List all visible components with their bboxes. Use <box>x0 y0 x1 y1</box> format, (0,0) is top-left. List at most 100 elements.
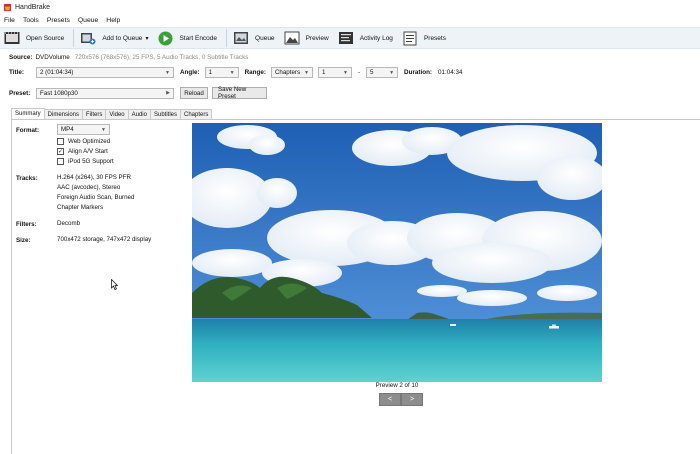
chevron-down-icon: ▼ <box>342 69 348 76</box>
tab-subtitles[interactable]: Subtitles <box>149 109 181 119</box>
settings-tabs: Summary Dimensions Filters Video Audio S… <box>11 108 213 119</box>
window-title: HandBrake <box>15 3 51 11</box>
toolbar-separator <box>73 29 75 47</box>
range-start-value: 1 <box>321 69 326 76</box>
reload-button[interactable]: Reload <box>180 87 208 99</box>
format-select-value: MP4 <box>61 126 74 133</box>
activity-log-button[interactable]: Activity Log <box>338 28 393 48</box>
menu-tools[interactable]: Tools <box>23 17 39 24</box>
preview-icon <box>284 30 300 46</box>
checkbox-box <box>57 138 64 145</box>
preset-select[interactable]: Fast 1080p30 ▶ <box>36 87 174 99</box>
angle-select[interactable]: 1 ▼ <box>204 67 239 78</box>
format-select[interactable]: MP4 ▼ <box>57 124 110 135</box>
menu-file[interactable]: File <box>4 17 15 24</box>
filters-label: Filters: <box>16 221 37 228</box>
toolbar: Open Source Add to Queue ▾ Start Encode … <box>0 27 700 49</box>
angle-select-value: 1 <box>208 69 213 76</box>
menu-help[interactable]: Help <box>106 17 120 24</box>
play-icon <box>157 30 173 46</box>
preset-label: Preset: <box>9 89 31 97</box>
title-select-value: 2 (01:04:34) <box>40 69 74 76</box>
check-icon: ✓ <box>57 148 64 155</box>
tab-dimensions[interactable]: Dimensions <box>43 109 84 119</box>
tab-video[interactable]: Video <box>105 109 129 119</box>
preview-previous-button[interactable]: < <box>379 393 401 406</box>
size-value: 700x472 storage, 747x472 display <box>57 236 152 243</box>
start-encode-button[interactable]: Start Encode <box>157 28 217 48</box>
tab-chapters[interactable]: Chapters <box>180 109 213 119</box>
chevron-down-icon: ▼ <box>165 69 170 76</box>
chevron-down-icon[interactable]: ▾ <box>145 35 148 42</box>
track-item: Foreign Audio Scan, Burned <box>57 194 135 201</box>
tab-summary[interactable]: Summary <box>11 108 45 119</box>
preview-label: Preview <box>305 34 329 42</box>
source-row: Source: DVDVolume 720x576 (768x576), 25 … <box>9 54 248 61</box>
start-encode-label: Start Encode <box>179 34 218 42</box>
range-type-value: Chapters <box>274 69 301 76</box>
web-optimized-label: Web Optimized <box>68 138 111 145</box>
track-item: H.264 (x264), 30 FPS PFR <box>57 174 131 181</box>
presets-button[interactable]: Presets <box>402 28 446 48</box>
add-queue-icon <box>80 30 96 46</box>
title-row: Title: 2 (01:04:34) ▼ Angle: 1 ▼ Range: Ch… <box>9 67 463 78</box>
ipod-support-checkbox[interactable]: iPod 5G Support <box>57 158 114 165</box>
align-av-label: Align A/V Start <box>68 148 108 155</box>
menu-queue[interactable]: Queue <box>78 17 98 24</box>
track-item: AAC (avcodec), Stereo <box>57 184 121 191</box>
preview-button[interactable]: Preview <box>284 28 329 48</box>
save-new-preset-button[interactable]: Save New Preset <box>212 86 267 100</box>
ipod-support-label: iPod 5G Support <box>68 158 114 165</box>
preset-select-value: Fast 1080p30 <box>40 89 78 97</box>
chevron-right-icon: ▶ <box>166 90 170 96</box>
chevron-down-icon: ▼ <box>229 69 235 76</box>
web-optimized-checkbox[interactable]: Web Optimized <box>57 138 110 145</box>
title-select[interactable]: 2 (01:04:34) ▼ <box>36 67 174 78</box>
duration-label: Duration: <box>404 69 433 76</box>
mouse-cursor-icon <box>111 279 118 290</box>
title-bar: HandBrake <box>0 0 700 14</box>
preset-row: Preset: Fast 1080p30 ▶ Reload Save New Pr… <box>9 86 267 100</box>
activity-log-label: Activity Log <box>359 34 393 42</box>
queue-button[interactable]: Queue <box>233 28 275 48</box>
size-label: Size: <box>16 237 31 244</box>
preview-next-button[interactable]: > <box>401 393 423 406</box>
menu-presets[interactable]: Presets <box>47 17 70 24</box>
range-start-select[interactable]: 1 ▼ <box>317 67 352 78</box>
chevron-down-icon: ▼ <box>389 69 395 76</box>
activity-log-icon <box>338 30 354 46</box>
menu-bar: File Tools Presets Queue Help <box>0 14 700 26</box>
add-to-queue-button[interactable]: Add to Queue ▾ <box>80 28 148 48</box>
align-av-checkbox[interactable]: ✓ Align A/V Start <box>57 148 108 155</box>
open-source-label: Open Source <box>26 34 65 42</box>
range-label: Range: <box>244 69 266 76</box>
handbrake-logo-icon <box>3 3 12 11</box>
film-icon <box>4 30 20 46</box>
range-type-select[interactable]: Chapters ▼ <box>270 67 313 78</box>
source-details: 720x576 (768x576), 25 FPS, 5 Audio Track… <box>74 54 249 61</box>
source-name: DVDVolume <box>35 54 70 61</box>
toolbar-separator <box>226 29 228 47</box>
format-label: Format: <box>16 127 40 134</box>
open-source-button[interactable]: Open Source <box>4 28 64 48</box>
checkbox-box <box>57 158 64 165</box>
preview-image <box>192 123 602 382</box>
filters-value: Decomb <box>57 220 81 227</box>
tracks-list: H.264 (x264), 30 FPS PFR AAC (avcodec), … <box>57 173 134 213</box>
tab-filters[interactable]: Filters <box>82 109 107 119</box>
range-dash: - <box>357 69 361 76</box>
presets-label: Presets <box>423 34 446 42</box>
source-label: Source: <box>9 54 33 61</box>
tracks-label: Tracks: <box>16 175 38 182</box>
chevron-down-icon: ▼ <box>101 126 106 133</box>
range-end-value: 5 <box>370 69 374 76</box>
range-end-select[interactable]: 5 ▼ <box>366 67 399 78</box>
duration-value: 01:04:34 <box>438 69 463 76</box>
preview-caption: Preview 2 of 10 <box>375 382 419 389</box>
angle-label: Angle: <box>180 69 200 76</box>
title-label: Title: <box>9 69 24 76</box>
track-item: Chapter Markers <box>57 204 104 211</box>
queue-label: Queue <box>255 34 275 42</box>
queue-icon <box>233 30 249 46</box>
tab-audio[interactable]: Audio <box>127 109 151 119</box>
